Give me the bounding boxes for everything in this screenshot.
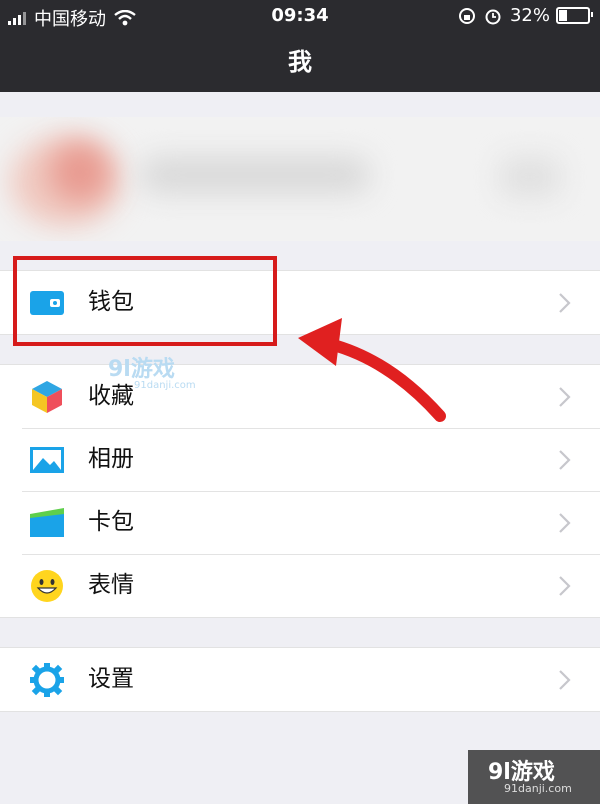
chevron-right-icon (559, 576, 571, 596)
smiley-face-icon (31, 570, 63, 602)
menu-item-label: 设置 (88, 666, 134, 692)
menu-item-settings[interactable]: 设置 (0, 648, 600, 711)
chevron-right-icon (559, 670, 571, 690)
menu-item-label: 相册 (88, 446, 134, 472)
gear-icon (30, 663, 64, 697)
rotation-lock-icon (458, 7, 475, 24)
watermark-logo: 9l游戏 91danji.com (108, 352, 208, 396)
highlight-box (13, 256, 277, 346)
chevron-right-icon (559, 293, 571, 313)
album-picture-icon (30, 447, 64, 473)
settings-group: 设置 (0, 647, 600, 712)
menu-item-label: 表情 (88, 572, 134, 598)
page-title: 我 (288, 48, 312, 76)
watermark-url: 91danji.com (504, 782, 572, 795)
chevron-right-icon (559, 387, 571, 407)
menu-item-card-pack[interactable]: 卡包 (0, 491, 600, 554)
battery-icon (556, 7, 593, 24)
nav-bar: 我 (0, 32, 600, 92)
chevron-right-icon (559, 513, 571, 533)
svg-text:91danji.com: 91danji.com (134, 380, 196, 391)
status-bar: 中国移动 09:34 32% (0, 0, 600, 32)
battery-percent: 32% (509, 5, 550, 26)
menu-item-favorites[interactable]: 收藏 (0, 365, 600, 428)
profile-card[interactable] (0, 117, 600, 241)
menu-item-label: 卡包 (88, 509, 134, 535)
favorites-cube-icon (32, 381, 62, 413)
svg-text:9l游戏: 9l游戏 (108, 356, 175, 382)
chevron-right-icon (559, 450, 571, 470)
menu-item-stickers[interactable]: 表情 (0, 554, 600, 617)
menu-item-album[interactable]: 相册 (0, 428, 600, 491)
card-pack-icon (30, 508, 64, 537)
alarm-icon (485, 9, 501, 24)
main-menu-group: 收藏 相册 卡包 表情 (0, 364, 600, 618)
watermark-badge: 9l游戏 91danji.com (468, 750, 600, 804)
